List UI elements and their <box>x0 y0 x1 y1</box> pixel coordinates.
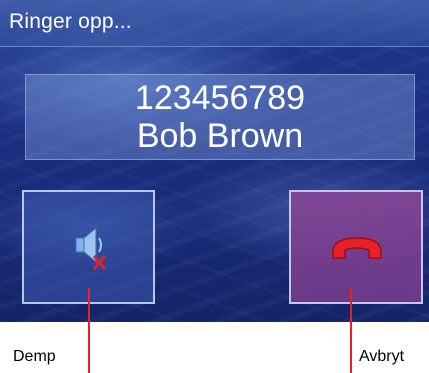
caller-info-panel: 123456789 Bob Brown <box>25 74 415 160</box>
caller-name: Bob Brown <box>136 117 304 155</box>
mute-callout-label: Demp <box>13 348 56 365</box>
hang-up-button[interactable] <box>289 190 423 304</box>
hang-up-pointer-line <box>350 288 352 373</box>
mute-pointer-line <box>88 288 90 373</box>
call-screen: Ringer opp... 123456789 Bob Brown <box>0 0 429 322</box>
call-status-title: Ringer opp... <box>9 10 132 33</box>
hang-up-callout-label: Avbryt <box>359 348 405 365</box>
mute-button[interactable] <box>22 190 155 304</box>
speaker-muted-icon <box>74 224 108 277</box>
title-bar: Ringer opp... <box>0 0 429 47</box>
phone-hangup-icon <box>329 232 385 267</box>
caller-number: 123456789 <box>134 79 306 117</box>
